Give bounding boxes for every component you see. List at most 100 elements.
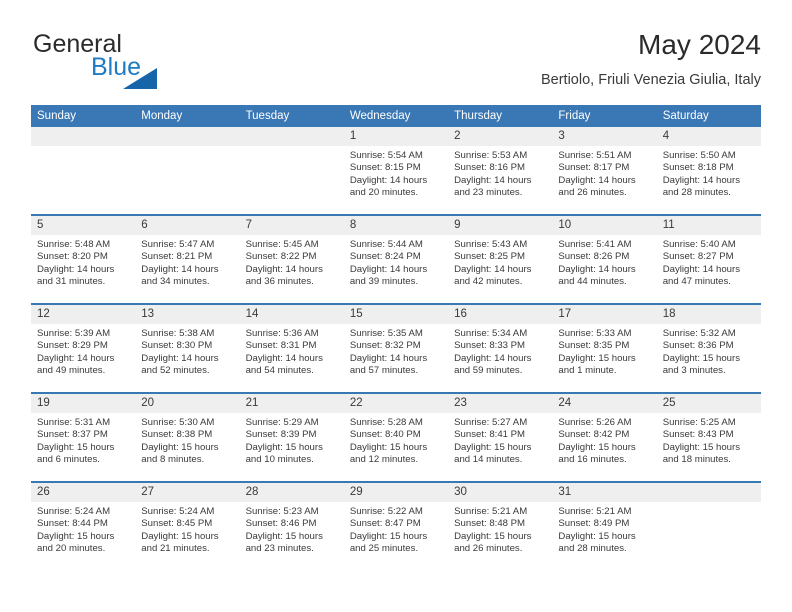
calendar-day-cell[interactable]: 27 Sunrise: 5:24 AM Sunset: 8:45 PM Dayligh… <box>135 481 240 570</box>
calendar-day-cell[interactable]: 31 Sunrise: 5:21 AM Sunset: 8:49 PM Dayligh… <box>552 481 657 570</box>
day-cell-details: Sunrise: 5:26 AM Sunset: 8:42 PM Daylight:… <box>552 413 656 466</box>
calendar-day-cell[interactable]: 18 Sunrise: 5:32 AM Sunset: 8:36 PM Dayligh… <box>656 303 761 393</box>
day-cell-details: Sunrise: 5:32 AM Sunset: 8:36 PM Daylight:… <box>657 324 761 377</box>
daylight-text-line1: Daylight: 15 hours <box>662 441 741 453</box>
calendar-day-cell[interactable]: 6 Sunrise: 5:47 AM Sunset: 8:21 PM Daylight… <box>135 214 240 304</box>
day-cell-inner: 19 Sunrise: 5:31 AM Sunset: 8:37 PM Dayligh… <box>31 394 136 481</box>
calendar-day-cell[interactable]: 15 Sunrise: 5:35 AM Sunset: 8:32 PM Dayligh… <box>343 303 449 393</box>
day-cell-inner <box>656 483 761 570</box>
daylight-text-line2: and 42 minutes. <box>454 275 523 287</box>
calendar-day-cell[interactable]: 11 Sunrise: 5:40 AM Sunset: 8:27 PM Dayligh… <box>656 214 761 304</box>
day-cell-inner: 22 Sunrise: 5:28 AM Sunset: 8:40 PM Dayligh… <box>343 394 449 481</box>
calendar-day-cell[interactable]: 10 Sunrise: 5:41 AM Sunset: 8:26 PM Dayligh… <box>552 214 657 304</box>
day-cell-details: Sunrise: 5:40 AM Sunset: 8:27 PM Daylight:… <box>657 235 761 288</box>
calendar-week-row: 26 Sunrise: 5:24 AM Sunset: 8:44 PM Dayligh… <box>31 481 761 570</box>
calendar-day-cell[interactable]: 24 Sunrise: 5:26 AM Sunset: 8:42 PM Dayligh… <box>552 392 657 482</box>
location-subtitle: Bertiolo, Friuli Venezia Giulia, Italy <box>540 72 761 88</box>
sunset-text: Sunset: 8:15 PM <box>349 162 421 174</box>
calendar-day-cell[interactable]: 13 Sunrise: 5:38 AM Sunset: 8:30 PM Dayligh… <box>135 303 240 393</box>
calendar-day-cell[interactable]: 3 Sunrise: 5:51 AM Sunset: 8:17 PM Daylight… <box>552 127 657 215</box>
sunrise-text: Sunrise: 5:50 AM <box>662 150 736 161</box>
calendar-day-cell[interactable]: 17 Sunrise: 5:33 AM Sunset: 8:35 PM Dayligh… <box>552 303 657 393</box>
daylight-text-line1: Daylight: 14 hours <box>37 263 115 275</box>
daylight-text-line2: and 47 minutes. <box>662 275 731 287</box>
day-cell-details: Sunrise: 5:24 AM Sunset: 8:44 PM Daylight:… <box>31 502 135 555</box>
day-cell-details: Sunrise: 5:36 AM Sunset: 8:31 PM Daylight:… <box>240 324 344 377</box>
daylight-text-line2: and 6 minutes. <box>37 453 100 465</box>
daylight-text-line2: and 3 minutes. <box>662 364 726 376</box>
sunset-text: Sunset: 8:40 PM <box>349 429 421 441</box>
calendar-day-cell[interactable]: 30 Sunrise: 5:21 AM Sunset: 8:48 PM Dayligh… <box>448 481 553 570</box>
sunrise-text: Sunrise: 5:27 AM <box>454 417 528 428</box>
day-cell-inner: 8 Sunrise: 5:44 AM Sunset: 8:24 PM Daylight… <box>343 216 449 303</box>
calendar-day-cell[interactable]: 23 Sunrise: 5:27 AM Sunset: 8:41 PM Dayligh… <box>448 392 553 482</box>
day-number: 15 <box>343 305 449 324</box>
calendar-day-cell[interactable]: 2 Sunrise: 5:53 AM Sunset: 8:16 PM Daylight… <box>448 127 553 215</box>
daylight-text-line1: Daylight: 15 hours <box>349 530 428 542</box>
sunset-text: Sunset: 8:46 PM <box>245 518 317 530</box>
calendar-day-cell[interactable]: 19 Sunrise: 5:31 AM Sunset: 8:37 PM Dayligh… <box>31 392 136 482</box>
daylight-text-line2: and 59 minutes. <box>454 364 523 376</box>
sunset-text: Sunset: 8:24 PM <box>349 251 421 263</box>
calendar-day-cell[interactable]: 5 Sunrise: 5:48 AM Sunset: 8:20 PM Daylight… <box>31 214 136 304</box>
general-blue-logo[interactable]: General Blue <box>31 28 261 90</box>
day-number: 7 <box>239 216 344 235</box>
calendar-day-cell[interactable]: 12 Sunrise: 5:39 AM Sunset: 8:29 PM Dayligh… <box>31 303 136 393</box>
calendar-day-cell[interactable]: 26 Sunrise: 5:24 AM Sunset: 8:44 PM Dayligh… <box>31 481 136 570</box>
calendar-body: 1 Sunrise: 5:54 AM Sunset: 8:15 PM Daylight… <box>31 127 761 570</box>
calendar-day-cell[interactable]: 1 Sunrise: 5:54 AM Sunset: 8:15 PM Daylight… <box>343 127 449 215</box>
daylight-text-line2: and 1 minute. <box>558 364 617 376</box>
day-number: 17 <box>552 305 657 324</box>
daylight-text-line2: and 28 minutes. <box>558 542 627 554</box>
sunrise-text: Sunrise: 5:44 AM <box>349 239 423 250</box>
calendar-day-cell[interactable]: 14 Sunrise: 5:36 AM Sunset: 8:31 PM Dayligh… <box>239 303 344 393</box>
calendar-day-cell[interactable]: 20 Sunrise: 5:30 AM Sunset: 8:38 PM Dayligh… <box>135 392 240 482</box>
daylight-text-line1: Daylight: 15 hours <box>349 441 428 453</box>
day-number: 5 <box>31 216 136 235</box>
sunset-text: Sunset: 8:18 PM <box>662 162 734 174</box>
sunset-text: Sunset: 8:42 PM <box>558 429 630 441</box>
calendar-day-cell[interactable]: 21 Sunrise: 5:29 AM Sunset: 8:39 PM Dayligh… <box>239 392 344 482</box>
day-cell-inner: 23 Sunrise: 5:27 AM Sunset: 8:41 PM Dayligh… <box>448 394 553 481</box>
day-number: 28 <box>239 483 344 502</box>
daylight-text-line2: and 49 minutes. <box>37 364 106 376</box>
calendar-day-cell[interactable]: 7 Sunrise: 5:45 AM Sunset: 8:22 PM Daylight… <box>239 214 344 304</box>
day-cell-details: Sunrise: 5:43 AM Sunset: 8:25 PM Daylight:… <box>448 235 552 288</box>
day-cell-inner: 14 Sunrise: 5:36 AM Sunset: 8:31 PM Dayligh… <box>239 305 344 392</box>
day-cell-details: Sunrise: 5:24 AM Sunset: 8:45 PM Daylight:… <box>135 502 239 555</box>
day-number: 14 <box>239 305 344 324</box>
daylight-text-line2: and 20 minutes. <box>349 186 419 198</box>
calendar-day-cell[interactable]: 25 Sunrise: 5:25 AM Sunset: 8:43 PM Dayligh… <box>656 392 761 482</box>
calendar-day-cell[interactable]: 8 Sunrise: 5:44 AM Sunset: 8:24 PM Daylight… <box>343 214 449 304</box>
daylight-text-line2: and 16 minutes. <box>558 453 627 465</box>
calendar-empty-cell <box>135 127 240 215</box>
calendar-day-cell[interactable]: 9 Sunrise: 5:43 AM Sunset: 8:25 PM Daylight… <box>448 214 553 304</box>
sunrise-text: Sunrise: 5:28 AM <box>349 417 423 428</box>
calendar-day-cell[interactable]: 28 Sunrise: 5:23 AM Sunset: 8:46 PM Dayligh… <box>239 481 344 570</box>
daylight-text-line2: and 44 minutes. <box>558 275 627 287</box>
logo-text-blue: Blue <box>91 53 142 81</box>
day-cell-details: Sunrise: 5:39 AM Sunset: 8:29 PM Daylight:… <box>31 324 135 377</box>
calendar-day-cell[interactable]: 16 Sunrise: 5:34 AM Sunset: 8:33 PM Dayligh… <box>448 303 553 393</box>
day-number: 20 <box>135 394 240 413</box>
day-cell-details: Sunrise: 5:34 AM Sunset: 8:33 PM Daylight:… <box>448 324 552 377</box>
day-number: 30 <box>448 483 553 502</box>
daylight-text-line2: and 21 minutes. <box>141 542 210 554</box>
sunrise-text: Sunrise: 5:24 AM <box>37 506 111 517</box>
sunrise-text: Sunrise: 5:39 AM <box>37 328 111 339</box>
daylight-text-line1: Daylight: 15 hours <box>558 441 636 453</box>
daylight-text-line1: Daylight: 15 hours <box>141 530 219 542</box>
calendar-day-cell[interactable]: 22 Sunrise: 5:28 AM Sunset: 8:40 PM Dayligh… <box>343 392 449 482</box>
day-cell-inner: 27 Sunrise: 5:24 AM Sunset: 8:45 PM Dayligh… <box>135 483 240 570</box>
sunrise-text: Sunrise: 5:21 AM <box>558 506 632 517</box>
daylight-text-line2: and 52 minutes. <box>141 364 210 376</box>
calendar-day-cell[interactable]: 29 Sunrise: 5:22 AM Sunset: 8:47 PM Dayligh… <box>343 481 449 570</box>
daylight-text-line2: and 25 minutes. <box>349 542 419 554</box>
day-number: 9 <box>448 216 553 235</box>
daylight-text-line1: Daylight: 14 hours <box>245 263 323 275</box>
day-number: 24 <box>552 394 657 413</box>
day-number: 19 <box>31 394 136 413</box>
sunrise-text: Sunrise: 5:48 AM <box>37 239 111 250</box>
day-cell-inner: 13 Sunrise: 5:38 AM Sunset: 8:30 PM Dayligh… <box>135 305 240 392</box>
calendar-day-cell[interactable]: 4 Sunrise: 5:50 AM Sunset: 8:18 PM Daylight… <box>656 127 761 215</box>
